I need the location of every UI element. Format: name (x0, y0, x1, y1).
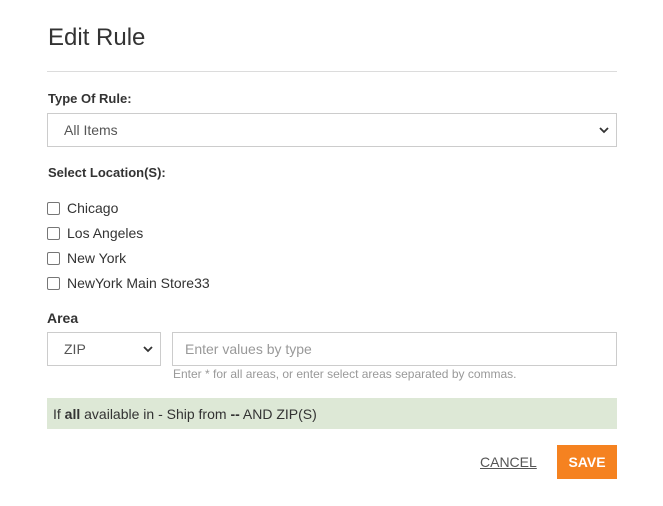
area-values-input[interactable] (172, 332, 617, 366)
location-item-newyork-main-store33[interactable]: NewYork Main Store33 (47, 275, 210, 291)
location-item-chicago[interactable]: Chicago (47, 200, 118, 216)
cancel-button[interactable]: CANCEL (480, 445, 537, 479)
rule-type-label: Type Of Rule: (48, 91, 132, 106)
location-checkbox[interactable] (47, 276, 60, 290)
summary-source: -- (230, 405, 240, 422)
location-item-los-angeles[interactable]: Los Angeles (47, 225, 143, 241)
locations-label: Select Location(S): (48, 165, 166, 180)
save-button[interactable]: SAVE (557, 445, 617, 479)
area-label: Area (47, 310, 79, 326)
location-checkbox[interactable] (47, 201, 60, 215)
summary-prefix: If (53, 405, 65, 422)
title-divider (47, 71, 617, 72)
location-checkbox[interactable] (47, 226, 60, 240)
rule-summary: If all available in - Ship from -- AND Z… (47, 398, 617, 429)
chevron-down-icon (599, 127, 609, 134)
location-label: Los Angeles (67, 225, 144, 241)
summary-scope: all (64, 405, 81, 422)
dialog-title: Edit Rule (48, 24, 146, 51)
rule-type-value: All Items (64, 122, 118, 138)
location-checkbox[interactable] (47, 251, 60, 265)
location-label: New York (67, 250, 127, 266)
location-item-new-york[interactable]: New York (47, 250, 126, 266)
area-hint: Enter * for all areas, or enter select a… (173, 367, 517, 381)
location-label: NewYork Main Store33 (67, 275, 210, 291)
rule-type-select[interactable]: All Items (47, 113, 617, 147)
area-type-select[interactable]: ZIP (47, 332, 161, 366)
area-type-value: ZIP (64, 341, 86, 357)
summary-middle: available in - Ship from (80, 405, 231, 422)
location-label: Chicago (67, 200, 119, 216)
summary-suffix: AND ZIP(S) (239, 405, 317, 422)
chevron-down-icon (143, 346, 153, 353)
edit-rule-dialog: Edit Rule Type Of Rule: All Items Select… (0, 0, 663, 506)
